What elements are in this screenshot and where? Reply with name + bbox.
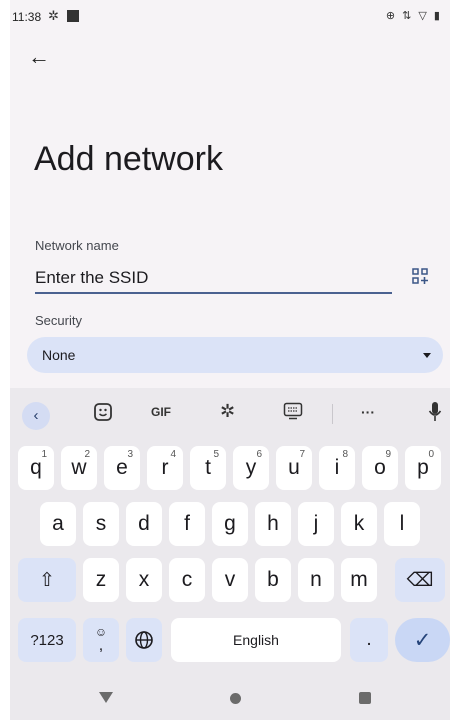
on-screen-keyboard bbox=[10, 388, 450, 720]
key-q[interactable]: q1 bbox=[18, 446, 54, 490]
dropdown-caret-icon bbox=[423, 353, 431, 358]
backspace-key-icon[interactable]: ⌫ bbox=[395, 558, 445, 602]
notification-square-icon bbox=[67, 10, 79, 22]
nav-home-icon[interactable] bbox=[230, 693, 241, 704]
security-value: None bbox=[42, 347, 76, 363]
network-name-label: Network name bbox=[35, 238, 119, 253]
add-network-screen: 11:38 ✲ ⊕ ⇅ ▽ ▮ ← Add network Network na… bbox=[10, 0, 450, 720]
gif-button[interactable]: GIF bbox=[151, 405, 171, 419]
key-z[interactable]: z bbox=[83, 558, 119, 602]
security-label: Security bbox=[35, 313, 82, 328]
key-i[interactable]: i8 bbox=[319, 446, 355, 490]
page-title: Add network bbox=[34, 140, 223, 178]
enter-checkmark-icon[interactable]: ✓ bbox=[395, 618, 450, 662]
key-f[interactable]: f bbox=[169, 502, 205, 546]
globe-language-icon[interactable] bbox=[126, 618, 162, 662]
status-bar: 11:38 ✲ ⊕ ⇅ ▽ ▮ bbox=[10, 0, 450, 32]
keyboard-layout-icon[interactable] bbox=[283, 402, 303, 420]
keyboard-collapse-chevron-icon[interactable]: ‹ bbox=[22, 402, 50, 430]
key-r[interactable]: r4 bbox=[147, 446, 183, 490]
key-s[interactable]: s bbox=[83, 502, 119, 546]
key-j[interactable]: j bbox=[298, 502, 334, 546]
key-d[interactable]: d bbox=[126, 502, 162, 546]
key-o[interactable]: o9 bbox=[362, 446, 398, 490]
space-key[interactable]: English bbox=[171, 618, 341, 662]
security-dropdown[interactable]: None bbox=[27, 337, 443, 373]
toolbar-divider bbox=[332, 404, 333, 424]
qr-code-scan-icon[interactable] bbox=[412, 268, 428, 284]
key-b[interactable]: b bbox=[255, 558, 291, 602]
key-u[interactable]: u7 bbox=[276, 446, 312, 490]
key-w[interactable]: w2 bbox=[61, 446, 97, 490]
key-p[interactable]: p0 bbox=[405, 446, 441, 490]
key-h[interactable]: h bbox=[255, 502, 291, 546]
status-time: 11:38 bbox=[12, 10, 42, 24]
nav-recents-icon[interactable] bbox=[359, 692, 371, 704]
keyboard-settings-gear-icon[interactable]: ✲ bbox=[220, 401, 235, 422]
key-y[interactable]: y6 bbox=[233, 446, 269, 490]
settings-status-icon: ✲ bbox=[48, 8, 59, 23]
emoji-comma-key[interactable]: ☺ , bbox=[83, 618, 119, 662]
key-x[interactable]: x bbox=[126, 558, 162, 602]
symbols-key[interactable]: ?123 bbox=[18, 618, 76, 662]
key-a[interactable]: a bbox=[40, 502, 76, 546]
key-n[interactable]: n bbox=[298, 558, 334, 602]
key-v[interactable]: v bbox=[212, 558, 248, 602]
sticker-icon[interactable] bbox=[93, 402, 113, 422]
key-e[interactable]: e3 bbox=[104, 446, 140, 490]
back-arrow-icon[interactable]: ← bbox=[28, 44, 50, 70]
nav-back-icon[interactable] bbox=[99, 692, 113, 703]
shift-key-icon[interactable]: ⇧ bbox=[18, 558, 76, 602]
key-l[interactable]: l bbox=[384, 502, 420, 546]
key-k[interactable]: k bbox=[341, 502, 377, 546]
key-g[interactable]: g bbox=[212, 502, 248, 546]
more-options-button[interactable]: ··· bbox=[361, 404, 375, 420]
ssid-input[interactable] bbox=[35, 264, 392, 294]
key-c[interactable]: c bbox=[169, 558, 205, 602]
status-icons-right: ⊕ ⇅ ▽ ▮ bbox=[385, 10, 442, 22]
key-m[interactable]: m bbox=[341, 558, 377, 602]
key-t[interactable]: t5 bbox=[190, 446, 226, 490]
period-key[interactable]: . bbox=[350, 618, 388, 662]
microphone-icon[interactable] bbox=[428, 401, 442, 423]
